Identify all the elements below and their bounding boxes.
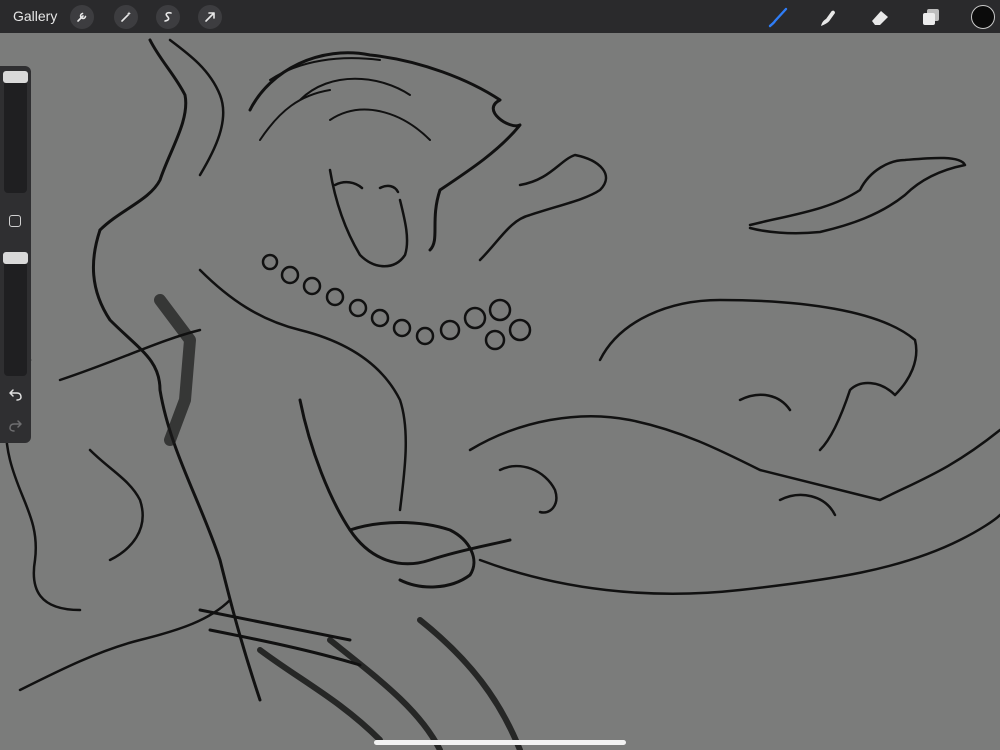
smudge-button[interactable]: [815, 4, 841, 30]
layers-button[interactable]: [918, 4, 944, 30]
sketch-arm-2: [168, 38, 225, 177]
sketch-belt: [198, 608, 362, 667]
sketch-flame-lower: [468, 415, 1000, 502]
sketch-eyes: [333, 180, 400, 194]
brush-button[interactable]: [765, 4, 791, 30]
drawing-canvas[interactable]: [0, 33, 1000, 750]
top-toolbar: Gallery: [0, 0, 1000, 33]
sketch-pants: [257, 617, 523, 750]
sketch-flame-right: [748, 156, 967, 235]
brush-size-thumb[interactable]: [3, 71, 28, 83]
opacity-slider[interactable]: [3, 252, 28, 376]
gallery-button[interactable]: Gallery: [13, 8, 57, 24]
adjustments-button[interactable]: [114, 5, 138, 29]
selection-button[interactable]: [156, 5, 180, 29]
sketch-flame-top: [478, 153, 608, 262]
transform-arrow-icon: [205, 12, 215, 22]
sketch-hand: [348, 521, 476, 589]
eraser-button[interactable]: [867, 4, 893, 30]
redo-icon[interactable]: [8, 419, 23, 433]
home-indicator: [374, 740, 626, 745]
sketch-face: [328, 168, 409, 268]
eraser-icon: [872, 11, 888, 25]
brush-size-slider[interactable]: [3, 71, 28, 193]
sidebar: [0, 66, 31, 443]
brush-icon: [768, 7, 788, 28]
sketch-hair-2: [259, 57, 431, 141]
undo-icon[interactable]: [8, 388, 23, 402]
sketch-flame-main: [598, 298, 918, 452]
smudge-icon: [821, 10, 835, 26]
sketch-flame-curls: [498, 393, 837, 517]
layers-icon: [923, 9, 939, 25]
sketch-flame-sweep: [478, 513, 1000, 595]
opacity-thumb[interactable]: [3, 252, 28, 264]
magic-wand-icon: [121, 11, 131, 22]
transform-button[interactable]: [198, 5, 222, 29]
wrench-icon: [77, 12, 87, 22]
color-picker-button[interactable]: [971, 5, 995, 29]
sketch-back: [198, 268, 407, 512]
sketch-shading: [154, 294, 196, 446]
sketch-arm: [98, 38, 188, 232]
selection-icon: [164, 11, 172, 22]
sketch-flame-left-2: [18, 328, 232, 692]
actions-button[interactable]: [70, 5, 94, 29]
modify-button[interactable]: [9, 215, 21, 227]
sketch-necklace: [261, 253, 532, 351]
